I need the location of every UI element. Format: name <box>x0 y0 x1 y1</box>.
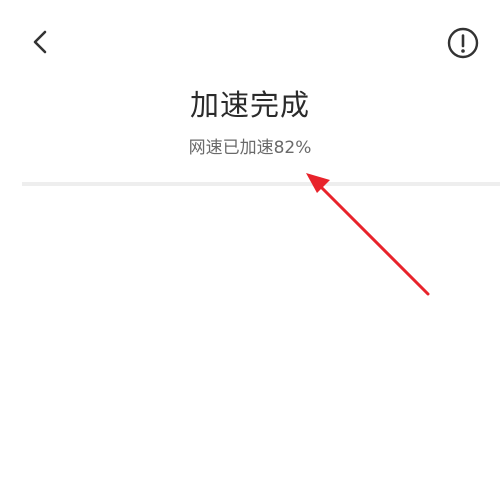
divider <box>22 182 500 186</box>
result-subtitle: 网速已加速82% <box>188 138 312 158</box>
chevron-left-icon <box>33 30 47 54</box>
annotation-arrow <box>306 173 430 296</box>
result-title: 加速完成 <box>189 88 310 122</box>
back-button[interactable] <box>22 22 58 62</box>
info-button[interactable] <box>444 24 482 62</box>
info-circle-icon <box>447 27 479 59</box>
